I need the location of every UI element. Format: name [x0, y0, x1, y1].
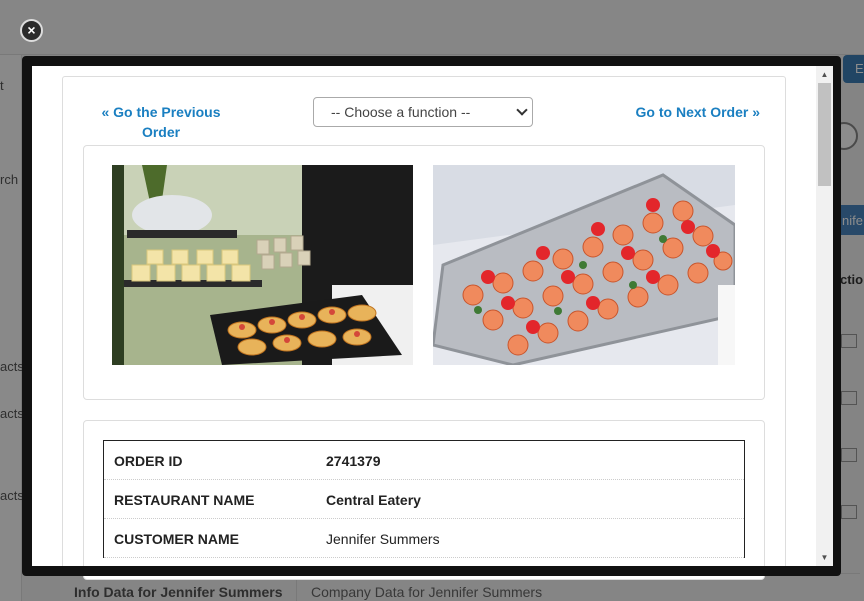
previous-order-link[interactable]: « Go the Previous Order: [96, 102, 226, 142]
restaurant-name-value: Central Eatery: [326, 492, 421, 508]
table-row: CUSTOMER NAME Jennifer Summers: [104, 519, 744, 558]
catering-table-photo: [112, 165, 413, 365]
scroll-up-arrow-icon[interactable]: ▲: [816, 66, 833, 83]
canape-platter-photo: [433, 165, 735, 365]
scrollbar-thumb[interactable]: [818, 83, 831, 186]
order-id-value: 2741379: [326, 453, 381, 469]
next-order-link[interactable]: Go to Next Order »: [620, 102, 760, 122]
restaurant-name-label: RESTAURANT NAME: [114, 492, 255, 508]
order-id-label: ORDER ID: [114, 453, 183, 469]
order-info-table: ORDER ID 2741379 RESTAURANT NAME Central…: [103, 440, 745, 558]
customer-name-value: Jennifer Summers: [326, 531, 440, 547]
close-modal-button[interactable]: ×: [20, 19, 43, 42]
table-row: RESTAURANT NAME Central Eatery: [104, 480, 744, 519]
function-select[interactable]: -- Choose a function --: [313, 97, 533, 127]
table-row: ORDER ID 2741379: [104, 441, 744, 480]
function-select-value: -- Choose a function --: [331, 104, 471, 120]
customer-name-label: CUSTOMER NAME: [114, 531, 239, 547]
modal-frame-bottom: [32, 566, 833, 576]
chevron-down-icon: [516, 104, 528, 116]
scroll-down-arrow-icon[interactable]: ▼: [816, 549, 833, 566]
